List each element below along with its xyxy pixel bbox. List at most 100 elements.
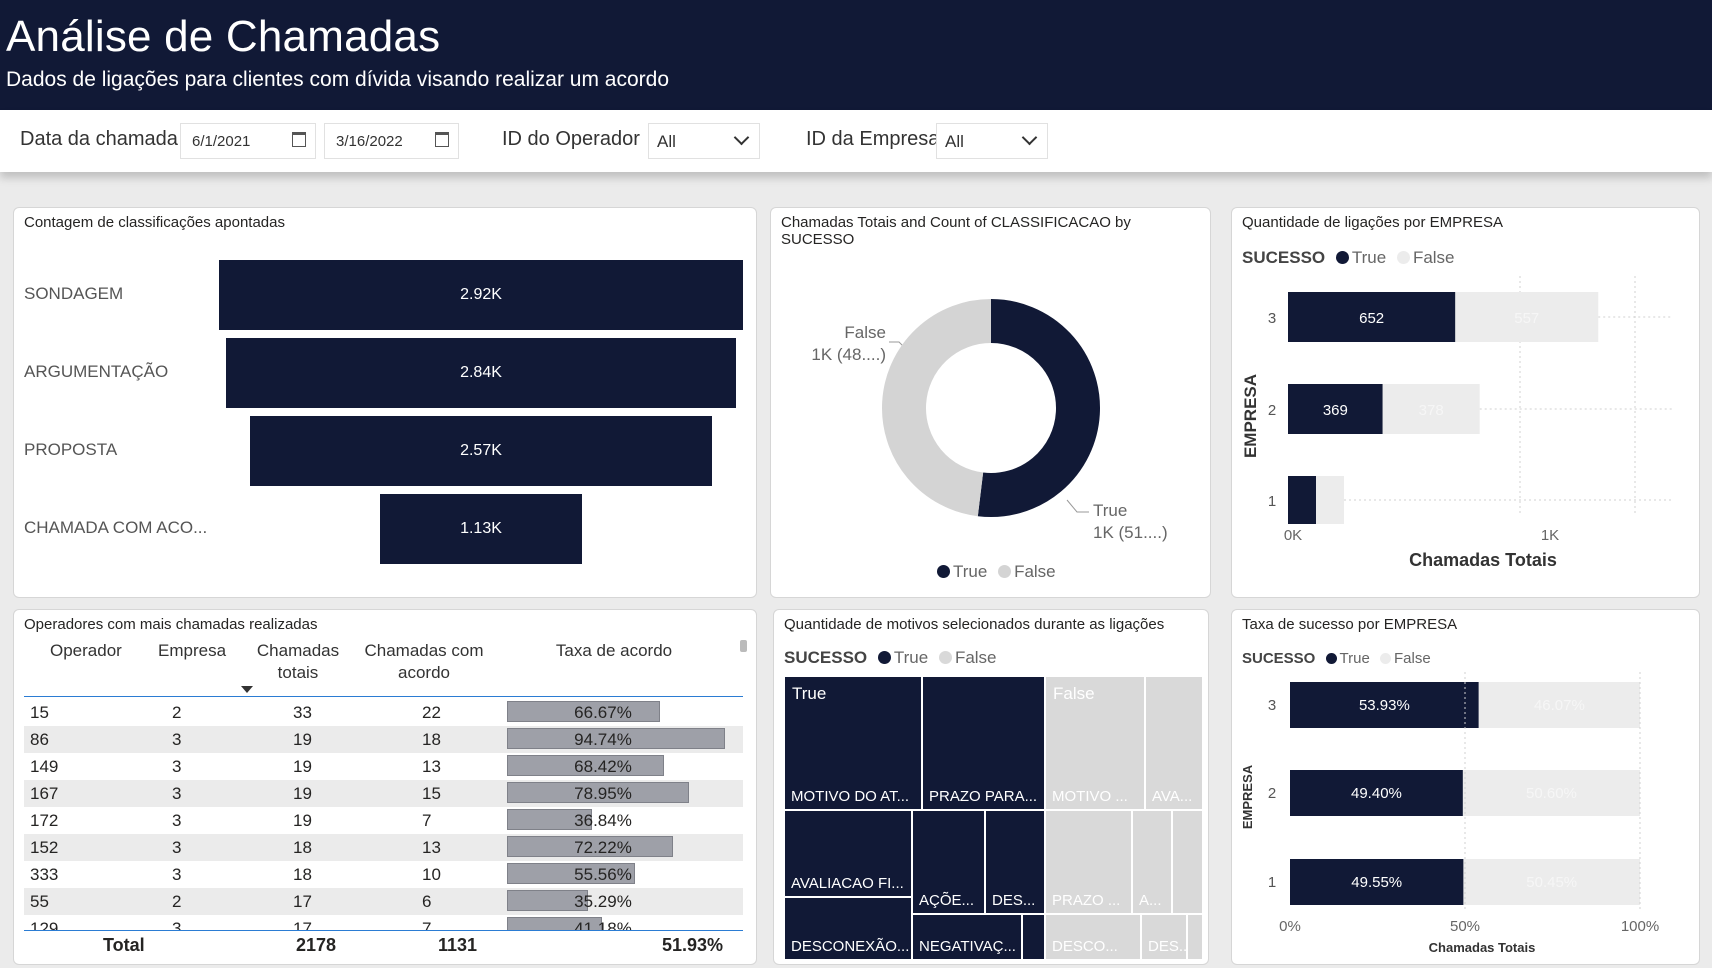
col-header-empresa[interactable]: Empresa xyxy=(158,640,226,662)
funnel-card[interactable]: Contagem de classificações apontadas SON… xyxy=(13,207,757,598)
legend-true-label: True xyxy=(953,562,988,581)
treemap-cell-false-desco[interactable]: DESCO... xyxy=(1045,914,1141,960)
table-cell: 15 xyxy=(30,703,49,722)
table-row[interactable]: 149 3 19 13 68.42% xyxy=(24,753,743,780)
funnel-bar[interactable]: 1.13K xyxy=(379,494,583,564)
funnel-bar[interactable]: 2.57K xyxy=(250,416,712,486)
taxa-card[interactable]: Taxa de sucesso por EMPRESA SUCESSO True… xyxy=(1231,609,1700,965)
cell-label: AVALIACAO FI... xyxy=(791,875,904,892)
y-tick-label: 3 xyxy=(1268,310,1276,327)
header-divider xyxy=(24,696,743,697)
table-row[interactable]: 152 3 18 13 72.22% xyxy=(24,834,743,861)
operators-title: Operadores com mais chamadas realizadas xyxy=(24,616,318,633)
treemap-cell-false-des[interactable]: DES... xyxy=(1141,914,1187,960)
table-cell: 18 xyxy=(422,730,441,749)
legend-title: SUCESSO xyxy=(1242,248,1326,267)
empresa-card[interactable]: Quantidade de ligações por EMPRESA SUCES… xyxy=(1231,207,1700,598)
taxa-title: Taxa de sucesso por EMPRESA xyxy=(1242,616,1458,633)
treemap-cell-true-des[interactable]: DES... xyxy=(985,810,1045,914)
legend-false-dot xyxy=(938,651,952,664)
cell-label: DES... xyxy=(1148,938,1187,955)
bar-false-label: 46.07% xyxy=(1534,697,1585,714)
table-cell: 172 xyxy=(30,811,59,830)
col-header-operador[interactable]: Operador xyxy=(50,640,122,662)
cell-label: AÇÕE... xyxy=(919,892,975,909)
scrollbar-thumb[interactable] xyxy=(740,640,747,652)
table-cell-rate: 55.56% xyxy=(574,865,632,884)
treemap-chart: MOTIVO DO AT... PRAZO PARA... True AVALI… xyxy=(784,676,1203,960)
total-calls: 2178 xyxy=(296,935,337,955)
donut-chart: False 1K (48....) True 1K (51....) xyxy=(811,299,1168,542)
table-cell-rate: 78.95% xyxy=(574,784,632,803)
funnel-bar[interactable]: 2.92K xyxy=(219,260,743,330)
table-cell: 3 xyxy=(172,757,182,776)
x-axis-title: Chamadas Totais xyxy=(1429,940,1536,955)
legend-true-dot xyxy=(1325,653,1337,664)
legend-false-dot xyxy=(1380,653,1391,664)
table-row[interactable]: 167 3 19 15 78.95% xyxy=(24,780,743,807)
funnel-category-label: CHAMADA COM ACO... xyxy=(24,518,208,537)
treemap-cell-false-a[interactable]: A... xyxy=(1132,810,1172,914)
treemap-cell-false-small-1[interactable] xyxy=(1172,810,1203,914)
treemap-cell-false-ava[interactable]: AVA... xyxy=(1145,676,1203,810)
chevron-down-icon xyxy=(733,129,750,146)
bar-true-label: 49.55% xyxy=(1351,874,1402,891)
legend-true-label: True xyxy=(1339,650,1370,667)
treemap-cell-true-avaliacao[interactable]: AVALIACAO FI... xyxy=(784,810,912,897)
treemap-cell-true-small[interactable] xyxy=(1022,914,1045,960)
table-cell: 6 xyxy=(422,892,432,911)
sort-desc-icon[interactable] xyxy=(241,686,253,693)
bar-true-label: 53.93% xyxy=(1359,697,1410,714)
calendar-icon[interactable] xyxy=(435,132,449,147)
col-header-chamadas-acordo[interactable]: Chamadas com acordo xyxy=(354,640,494,684)
donut-label-false-name: False xyxy=(844,323,886,342)
table-row[interactable]: 86 3 19 18 94.74% xyxy=(24,726,743,753)
date-end-picker[interactable]: 3/16/2022 xyxy=(324,123,459,159)
treemap-legend: SUCESSO True False xyxy=(784,648,997,668)
table-cell: 19 xyxy=(293,730,312,749)
funnel-title: Contagem de classificações apontadas xyxy=(24,214,285,231)
operator-dropdown-value: All xyxy=(657,132,676,151)
treemap-cell-false-small-2[interactable] xyxy=(1187,914,1203,960)
treemap-cell-false-prazo[interactable]: PRAZO ... xyxy=(1045,810,1132,914)
table-cell: 7 xyxy=(422,919,432,930)
treemap-cell-true-acoes[interactable]: AÇÕE... xyxy=(912,810,985,914)
table-cell: 17 xyxy=(293,892,312,911)
treemap-cell-true-prazo[interactable]: PRAZO PARA... xyxy=(922,676,1045,810)
table-cell-rate: 66.67% xyxy=(574,703,632,722)
date-start-value: 6/1/2021 xyxy=(192,133,251,150)
legend-false-label: False xyxy=(1394,650,1431,667)
bar-true[interactable] xyxy=(1288,476,1316,524)
table-row[interactable]: 15 2 33 22 66.67% xyxy=(24,699,743,726)
treemap-cell-true-desconexao[interactable]: DESCONEXÃO... xyxy=(784,897,912,960)
treemap-cell-true-negativac[interactable]: NEGATIVAÇ... xyxy=(912,914,1022,960)
calendar-icon[interactable] xyxy=(292,132,306,147)
cell-label: DESCONEXÃO... xyxy=(791,938,910,955)
bar-true-label: 49.40% xyxy=(1351,785,1402,802)
date-start-picker[interactable]: 6/1/2021 xyxy=(180,123,316,159)
operator-dropdown[interactable]: All xyxy=(648,123,760,159)
operators-card[interactable]: Operadores com mais chamadas realizadas … xyxy=(13,609,757,965)
donut-label-false-value: 1K (48....) xyxy=(811,345,886,364)
table-cell: 3 xyxy=(172,865,182,884)
taxa-bar-chart: EMPRESA 3 53.93% 46.07% 2 49.40% 50.60% 1 49.55%… xyxy=(1240,672,1659,955)
table-row[interactable]: 333 3 18 10 55.56% xyxy=(24,861,743,888)
col-header-taxa-acordo[interactable]: Taxa de acordo xyxy=(544,640,684,662)
table-cell: 3 xyxy=(172,730,182,749)
donut-slice-true[interactable] xyxy=(977,299,1100,517)
table-row[interactable]: 129 3 17 7 41.18% xyxy=(24,915,743,930)
table-row[interactable]: 172 3 19 7 36.84% xyxy=(24,807,743,834)
y-tick-label: 2 xyxy=(1268,785,1276,802)
donut-slice-false[interactable] xyxy=(882,299,992,517)
bar-false-label: 378 xyxy=(1419,402,1444,419)
col-header-chamadas-totais[interactable]: Chamadas totais xyxy=(248,640,348,684)
table-row[interactable]: 55 2 17 6 35.29% xyxy=(24,888,743,915)
donut-card[interactable]: Chamadas Totais and Count of CLASSIFICAC… xyxy=(770,207,1211,598)
company-dropdown[interactable]: All xyxy=(936,123,1048,159)
bar-false[interactable] xyxy=(1316,476,1344,524)
funnel-bar[interactable]: 2.84K xyxy=(226,338,736,408)
x-axis-title: Chamadas Totais xyxy=(1409,550,1557,570)
empresa-legend: SUCESSO True False xyxy=(1242,248,1455,268)
treemap-card[interactable]: Quantidade de motivos selecionados duran… xyxy=(773,609,1209,965)
table-cell: 10 xyxy=(422,865,441,884)
